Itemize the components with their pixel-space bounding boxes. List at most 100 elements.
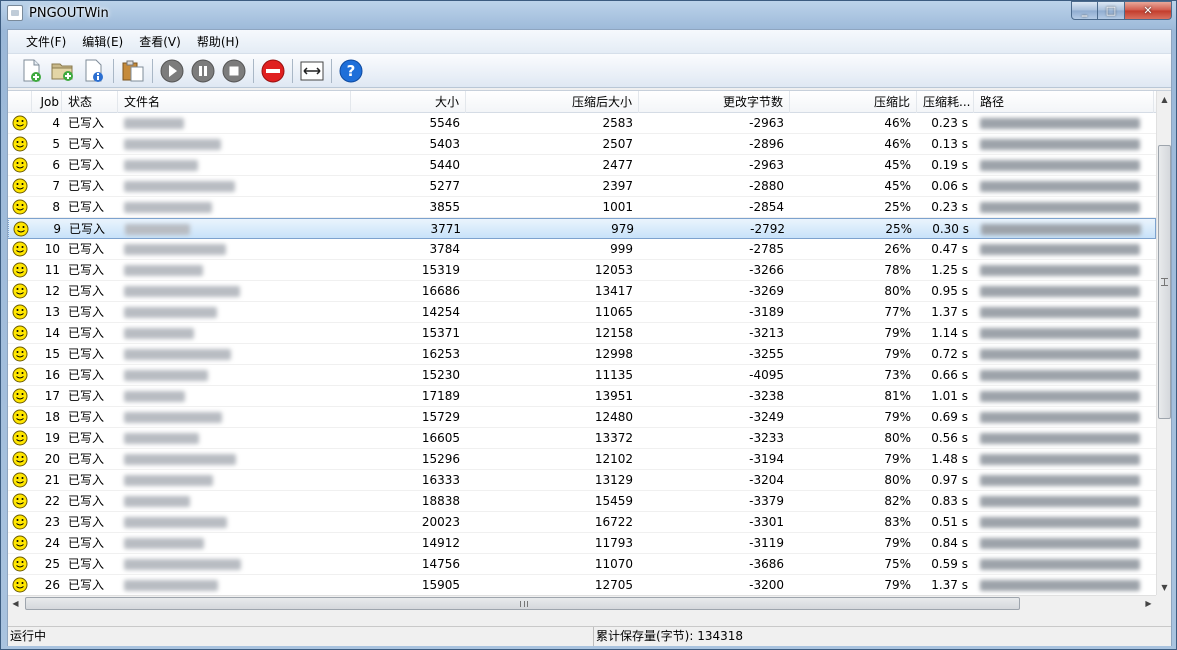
table-row[interactable]: 23 已写入 20023 16722 -3301 83% 0.51 s bbox=[8, 512, 1156, 533]
scroll-down-icon[interactable]: ▼ bbox=[1157, 579, 1171, 596]
smiley-icon bbox=[12, 262, 28, 278]
play-button[interactable] bbox=[158, 57, 186, 85]
scroll-right-icon[interactable]: ▶ bbox=[1141, 596, 1156, 610]
smiley-icon bbox=[13, 221, 29, 236]
svg-text:?: ? bbox=[347, 62, 356, 80]
vertical-scrollbar[interactable]: ▲ ▼ bbox=[1156, 91, 1171, 596]
app-icon[interactable] bbox=[7, 5, 23, 21]
menu-file[interactable]: 文件(F) bbox=[18, 31, 74, 53]
table-row[interactable]: 18 已写入 15729 12480 -3249 79% 0.69 s bbox=[8, 407, 1156, 428]
smiley-icon bbox=[12, 325, 28, 341]
list-rows: 4 已写入 5546 2583 -2963 46% 0.23 s 5 已写入 5403 2507 -2… bbox=[8, 113, 1156, 596]
table-row[interactable]: 20 已写入 15296 12102 -3194 79% 1.48 s bbox=[8, 449, 1156, 470]
window-title: PNGOUTWin bbox=[29, 6, 109, 21]
compressed-size: 16722 bbox=[594, 515, 633, 529]
table-row[interactable]: 5 已写入 5403 2507 -2896 46% 0.13 s bbox=[8, 134, 1156, 155]
compressed-size: 12480 bbox=[594, 410, 633, 424]
title-bar[interactable]: PNGOUTWin _ □ ✕ bbox=[1, 1, 1176, 27]
header-time[interactable]: 压缩耗... bbox=[917, 91, 974, 113]
compressed-size: 13372 bbox=[594, 431, 633, 445]
fit-columns-icon bbox=[300, 61, 324, 80]
bytes-changed: -3194 bbox=[749, 452, 784, 466]
table-row[interactable]: 26 已写入 15905 12705 -3200 79% 1.37 s bbox=[8, 575, 1156, 596]
header-icon-col[interactable] bbox=[8, 91, 32, 113]
cancel-button[interactable] bbox=[259, 57, 287, 85]
table-row[interactable]: 17 已写入 17189 13951 -3238 81% 1.01 s bbox=[8, 386, 1156, 407]
horizontal-scrollbar[interactable]: ◀ ▶ bbox=[8, 595, 1156, 610]
table-row[interactable]: 12 已写入 16686 13417 -3269 80% 0.95 s bbox=[8, 281, 1156, 302]
redacted-path bbox=[980, 328, 1140, 339]
pause-button[interactable] bbox=[189, 57, 217, 85]
bytes-changed: -2963 bbox=[749, 158, 784, 172]
maximize-button[interactable]: □ bbox=[1098, 1, 1125, 20]
header-compressed-size[interactable]: 压缩后大小 bbox=[466, 91, 639, 113]
table-row[interactable]: 8 已写入 3855 1001 -2854 25% 0.23 s bbox=[8, 197, 1156, 218]
table-row[interactable]: 7 已写入 5277 2397 -2880 45% 0.06 s bbox=[8, 176, 1156, 197]
job-status: 已写入 bbox=[68, 536, 105, 550]
grip-icon bbox=[520, 601, 528, 607]
compression-ratio: 80% bbox=[884, 284, 911, 298]
file-name bbox=[118, 155, 351, 175]
compression-ratio: 79% bbox=[884, 536, 911, 550]
table-row[interactable]: 19 已写入 16605 13372 -3233 80% 0.56 s bbox=[8, 428, 1156, 449]
compressed-size: 13951 bbox=[594, 389, 633, 403]
table-row[interactable]: 6 已写入 5440 2477 -2963 45% 0.19 s bbox=[8, 155, 1156, 176]
table-row[interactable]: 9 已写入 3771 979 -2792 25% 0.30 s bbox=[8, 218, 1156, 239]
header-bytes-changed[interactable]: 更改字节数 bbox=[639, 91, 790, 113]
file-path bbox=[974, 470, 1154, 490]
compression-time: 0.83 s bbox=[931, 494, 968, 508]
smiley-icon bbox=[12, 115, 28, 131]
clipboard-button[interactable] bbox=[119, 57, 147, 85]
table-row[interactable]: 10 已写入 3784 999 -2785 26% 0.47 s bbox=[8, 239, 1156, 260]
table-row[interactable]: 4 已写入 5546 2583 -2963 46% 0.23 s bbox=[8, 113, 1156, 134]
compression-ratio: 79% bbox=[884, 452, 911, 466]
add-file-button[interactable] bbox=[18, 57, 46, 85]
stop-button[interactable] bbox=[220, 57, 248, 85]
redacted-filename bbox=[124, 328, 194, 339]
row-status-icon-cell bbox=[8, 512, 32, 532]
fit-columns-button[interactable] bbox=[298, 57, 326, 85]
header-path[interactable]: 路径 bbox=[974, 91, 1154, 113]
smiley-icon bbox=[12, 346, 28, 362]
header-job[interactable]: Job bbox=[32, 91, 62, 113]
table-row[interactable]: 11 已写入 15319 12053 -3266 78% 1.25 s bbox=[8, 260, 1156, 281]
menu-view[interactable]: 查看(V) bbox=[131, 31, 189, 53]
redacted-path bbox=[980, 475, 1140, 486]
bytes-changed: -3255 bbox=[749, 347, 784, 361]
menu-edit[interactable]: 编辑(E) bbox=[74, 31, 131, 53]
header-filename[interactable]: 文件名 bbox=[118, 91, 351, 113]
table-row[interactable]: 14 已写入 15371 12158 -3213 79% 1.14 s bbox=[8, 323, 1156, 344]
menu-help[interactable]: 帮助(H) bbox=[189, 31, 247, 53]
close-button[interactable]: ✕ bbox=[1125, 1, 1172, 20]
add-folder-button[interactable] bbox=[49, 57, 77, 85]
help-button[interactable]: ? bbox=[337, 57, 365, 85]
row-status-icon-cell bbox=[8, 302, 32, 322]
scroll-left-icon[interactable]: ◀ bbox=[8, 596, 23, 610]
redacted-filename bbox=[124, 349, 231, 360]
table-row[interactable]: 16 已写入 15230 11135 -4095 73% 0.66 s bbox=[8, 365, 1156, 386]
table-row[interactable]: 24 已写入 14912 11793 -3119 79% 0.84 s bbox=[8, 533, 1156, 554]
compression-ratio: 77% bbox=[884, 305, 911, 319]
file-info-button[interactable] bbox=[80, 57, 108, 85]
minimize-button[interactable]: _ bbox=[1071, 1, 1098, 20]
job-status: 已写入 bbox=[68, 179, 105, 193]
table-row[interactable]: 22 已写入 18838 15459 -3379 82% 0.83 s bbox=[8, 491, 1156, 512]
file-path bbox=[974, 281, 1154, 301]
table-row[interactable]: 21 已写入 16333 13129 -3204 80% 0.97 s bbox=[8, 470, 1156, 491]
table-row[interactable]: 15 已写入 16253 12998 -3255 79% 0.72 s bbox=[8, 344, 1156, 365]
header-size[interactable]: 大小 bbox=[351, 91, 466, 113]
file-name bbox=[118, 407, 351, 427]
job-list[interactable]: Job 状态 文件名 大小 压缩后大小 更改字节数 压缩比 压缩耗... 路径 … bbox=[8, 90, 1171, 610]
file-size: 3771 bbox=[430, 222, 461, 236]
vertical-scroll-thumb[interactable] bbox=[1158, 145, 1171, 419]
table-row[interactable]: 25 已写入 14756 11070 -3686 75% 0.59 s bbox=[8, 554, 1156, 575]
compressed-size: 15459 bbox=[594, 494, 633, 508]
scroll-up-icon[interactable]: ▲ bbox=[1157, 91, 1171, 108]
header-ratio[interactable]: 压缩比 bbox=[790, 91, 917, 113]
header-status[interactable]: 状态 bbox=[62, 91, 118, 113]
bytes-changed: -3269 bbox=[749, 284, 784, 298]
horizontal-scroll-thumb[interactable] bbox=[25, 597, 1020, 610]
table-row[interactable]: 13 已写入 14254 11065 -3189 77% 1.37 s bbox=[8, 302, 1156, 323]
bytes-changed: -2854 bbox=[749, 200, 784, 214]
row-status-icon-cell bbox=[8, 470, 32, 490]
